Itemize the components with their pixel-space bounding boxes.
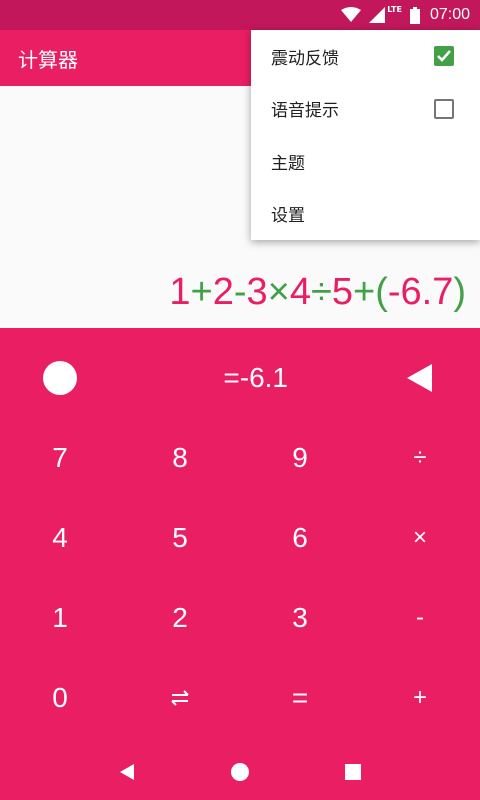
circle-icon <box>43 361 77 395</box>
expression-token: × <box>267 271 290 313</box>
key-1[interactable]: 1 <box>0 578 120 658</box>
expression-token: -6.7 <box>387 271 454 313</box>
clear-button[interactable] <box>0 338 120 418</box>
menu-item-theme[interactable]: 主题 <box>251 135 480 188</box>
key-plus[interactable]: + <box>360 658 480 738</box>
checkbox-vibration[interactable] <box>434 46 454 66</box>
key-8[interactable]: 8 <box>120 418 240 498</box>
menu-item-vibration[interactable]: 震动反馈 <box>251 30 480 83</box>
backspace-icon <box>407 364 432 392</box>
expression-token: 3 <box>246 271 268 313</box>
key-0[interactable]: 0 <box>0 658 120 738</box>
app-title: 计算器 <box>18 48 78 72</box>
menu-item-settings[interactable]: 设置 <box>251 188 480 241</box>
battery-icon <box>409 6 420 24</box>
nav-home-button[interactable] <box>220 752 260 792</box>
key-2[interactable]: 2 <box>120 578 240 658</box>
menu-item-label: 震动反馈 <box>271 48 339 69</box>
result-display: =-6.1 <box>223 362 288 393</box>
swap-arrows-icon <box>171 690 189 706</box>
result-row: =-6.1 <box>0 338 480 418</box>
expression-token: + <box>190 271 213 313</box>
key-5[interactable]: 5 <box>120 498 240 578</box>
key-9[interactable]: 9 <box>240 418 360 498</box>
menu-item-voice[interactable]: 语音提示 <box>251 83 480 136</box>
signal-icon <box>369 7 386 23</box>
key-multiply[interactable]: × <box>360 498 480 578</box>
status-bar: LTE 07:00 <box>0 0 480 30</box>
keypad: =-6.1 7 8 9 ÷ 4 5 6 × 1 2 3 - 0 = + <box>0 328 480 740</box>
navigation-bar <box>0 744 480 800</box>
nav-recents-icon <box>345 764 362 780</box>
status-time: 07:00 <box>429 6 470 23</box>
key-6[interactable]: 6 <box>240 498 360 578</box>
menu-item-label: 设置 <box>271 206 305 227</box>
expression-token: ) <box>453 271 466 313</box>
nav-back-icon <box>119 764 134 780</box>
keypad-row: 4 5 6 × <box>0 498 480 578</box>
checkbox-voice[interactable] <box>434 98 454 119</box>
expression-token: 2 <box>212 271 234 313</box>
key-divide[interactable]: ÷ <box>360 418 480 498</box>
wifi-icon <box>341 7 362 22</box>
expression-display: 1+2-3×4÷5+(-6.7) <box>169 271 466 314</box>
status-icons: LTE 07:00 <box>341 0 470 30</box>
expression-token: - <box>233 271 247 313</box>
backspace-button[interactable] <box>360 338 480 418</box>
keypad-row: 7 8 9 ÷ <box>0 418 480 498</box>
overflow-menu: 震动反馈 语音提示 主题 设置 <box>251 30 480 240</box>
key-7[interactable]: 7 <box>0 418 120 498</box>
expression-token: ÷ <box>311 271 332 313</box>
swap-button[interactable] <box>120 658 240 738</box>
key-4[interactable]: 4 <box>0 498 120 578</box>
keypad-row: 1 2 3 - <box>0 578 480 658</box>
key-minus[interactable]: - <box>360 578 480 658</box>
checkmark-icon <box>437 50 451 62</box>
expression-token: + <box>353 271 376 313</box>
network-type: LTE <box>387 4 402 14</box>
menu-item-label: 主题 <box>271 153 305 174</box>
expression-token: ( <box>375 271 388 313</box>
keypad-row: 0 = + <box>0 658 480 738</box>
key-equals[interactable]: = <box>240 658 360 738</box>
expression-token: 5 <box>331 271 353 313</box>
menu-item-label: 语音提示 <box>271 101 339 122</box>
expression-token: 1 <box>169 271 191 313</box>
nav-home-icon <box>230 763 249 781</box>
nav-back-button[interactable] <box>107 752 147 792</box>
key-3[interactable]: 3 <box>240 578 360 658</box>
expression-token: 4 <box>289 271 311 313</box>
nav-recents-button[interactable] <box>333 752 373 792</box>
